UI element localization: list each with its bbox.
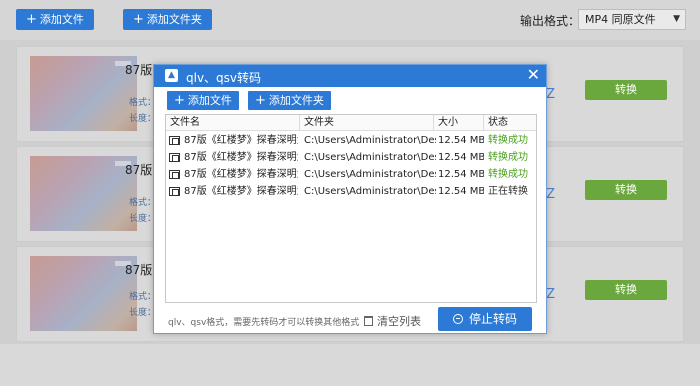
format-label: 格式： <box>129 292 157 302</box>
edit-icon[interactable]: Z <box>546 187 555 202</box>
duration-label: 长度： <box>129 308 157 318</box>
stop-transcode-button[interactable]: 停止转码 <box>438 307 532 331</box>
plus-icon: + <box>26 12 37 27</box>
file-folder: C:\Users\Administrator\Desktop <box>304 169 436 180</box>
file-size: 12.54 MB <box>438 152 484 163</box>
video-title: 87版 <box>125 163 153 177</box>
table-row[interactable]: 87版《红楼梦》探春深明大义 C:\Users\Administrator\De… <box>166 183 536 200</box>
footer-band <box>0 344 700 386</box>
file-status: 转换成功 <box>488 169 528 180</box>
clear-list-button[interactable]: 清空列表 <box>364 313 421 329</box>
file-name: 87版《红楼梦》探春深明大义 <box>184 169 298 180</box>
dialog-add-file-label: 添加文件 <box>187 94 232 107</box>
file-folder: C:\Users\Administrator\Desktop <box>304 135 436 146</box>
file-status: 正在转换 <box>488 186 528 197</box>
duration-label: 长度： <box>129 214 157 224</box>
duration-label: 长度： <box>129 114 157 124</box>
dialog-title: qlv、qsv转码 <box>186 71 262 85</box>
edit-icon[interactable]: Z <box>546 287 555 302</box>
file-name: 87版《红楼梦》探春深明大义 <box>184 135 298 146</box>
video-file-icon <box>169 170 180 179</box>
video-title: 87版 <box>125 263 153 277</box>
dialog-header: ▲ qlv、qsv转码 ✕ <box>154 65 546 87</box>
add-file-button[interactable]: + 添加文件 <box>16 9 94 30</box>
convert-button[interactable]: 转换 <box>585 280 667 300</box>
output-format-value: MP4 同原文件 <box>585 13 656 26</box>
table-row[interactable]: 87版《红楼梦》探春深明大义 C:\Users\Administrator\De… <box>166 149 536 166</box>
video-thumbnail <box>30 56 137 131</box>
stop-transcode-label: 停止转码 <box>468 312 517 326</box>
clear-list-label: 清空列表 <box>377 315 421 328</box>
convert-button[interactable]: 转换 <box>585 180 667 200</box>
format-label: 格式： <box>129 98 157 108</box>
file-list: 文件名 文件夹 大小 状态 87版《红楼梦》探春深明大义 C:\Users\Ad… <box>165 114 537 303</box>
file-folder: C:\Users\Administrator\Desktop <box>304 186 436 197</box>
video-title: 87版 <box>125 63 153 77</box>
column-header-size[interactable]: 大小 <box>434 115 484 131</box>
qlv-qsv-transcode-dialog: ▲ qlv、qsv转码 ✕ + 添加文件 + 添加文件夹 文件名 文件夹 大小 状态… <box>153 64 547 334</box>
file-size: 12.54 MB <box>438 169 484 180</box>
file-status: 转换成功 <box>488 135 528 146</box>
output-format-label: 输出格式： <box>520 14 581 28</box>
top-toolbar: + 添加文件 + 添加文件夹 输出格式： MP4 同原文件 ▼ <box>0 0 700 40</box>
app-logo-icon: ▲ <box>165 69 178 82</box>
stop-icon <box>452 314 463 324</box>
file-status: 转换成功 <box>488 152 528 163</box>
file-size: 12.54 MB <box>438 135 484 146</box>
plus-icon: + <box>255 93 266 108</box>
video-file-icon <box>169 187 180 196</box>
column-header-status[interactable]: 状态 <box>484 115 536 131</box>
file-name: 87版《红楼梦》探春深明大义 <box>184 152 298 163</box>
table-row[interactable]: 87版《红楼梦》探春深明大义 C:\Users\Administrator\De… <box>166 132 536 149</box>
video-file-icon <box>169 136 180 145</box>
convert-button[interactable]: 转换 <box>585 80 667 100</box>
file-folder: C:\Users\Administrator\Desktop <box>304 152 436 163</box>
edit-icon[interactable]: Z <box>546 87 555 102</box>
add-file-label: 添加文件 <box>39 13 84 26</box>
file-name: 87版《红楼梦》探春深明大义 <box>184 186 298 197</box>
dialog-add-folder-button[interactable]: + 添加文件夹 <box>248 91 331 110</box>
format-note: qlv、qsv格式，需要先转码才可以转换其他格式 <box>168 318 360 328</box>
chevron-down-icon: ▼ <box>673 14 680 24</box>
add-folder-label: 添加文件夹 <box>146 13 202 26</box>
format-label: 格式： <box>129 198 157 208</box>
video-file-icon <box>169 153 180 162</box>
column-header-filename[interactable]: 文件名 <box>166 115 300 131</box>
trash-icon <box>364 316 373 326</box>
close-icon[interactable]: ✕ <box>527 66 540 84</box>
table-row[interactable]: 87版《红楼梦》探春深明大义 C:\Users\Administrator\De… <box>166 166 536 183</box>
video-thumbnail <box>30 256 137 331</box>
column-header-folder[interactable]: 文件夹 <box>300 115 434 131</box>
file-size: 12.54 MB <box>438 186 484 197</box>
dialog-add-folder-label: 添加文件夹 <box>268 94 324 107</box>
dialog-add-file-button[interactable]: + 添加文件 <box>167 91 239 110</box>
plus-icon: + <box>133 12 144 27</box>
add-folder-button[interactable]: + 添加文件夹 <box>123 9 212 30</box>
video-thumbnail <box>30 156 137 231</box>
plus-icon: + <box>174 93 185 108</box>
output-format-select[interactable]: MP4 同原文件 ▼ <box>578 9 686 30</box>
